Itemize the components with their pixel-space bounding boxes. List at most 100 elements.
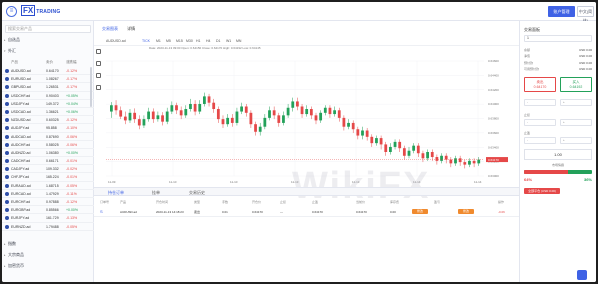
symbol-name: EURJPY.ad bbox=[11, 216, 30, 221]
candle bbox=[342, 117, 346, 127]
position-column-header: 盈亏 bbox=[434, 200, 441, 204]
account-select[interactable]: 1 bbox=[524, 35, 592, 42]
trading-app: ≡ FXTRADING 账户管理 中文(简体) 搜索交易产品 ▸自选品 ▾外汇 … bbox=[2, 2, 596, 282]
language-button[interactable]: 中文(简体) bbox=[577, 6, 594, 23]
close-all-button[interactable]: 全部平仓 (USD 0.00) bbox=[524, 188, 560, 194]
sell-button[interactable]: 卖出 0.64170 bbox=[524, 77, 556, 92]
sentiment-label: 市场情绪 bbox=[551, 163, 564, 167]
candlestick-chart[interactable]: 0.64600 0.64400 0.64200 0.64000 0.63800 0.636… bbox=[94, 21, 519, 187]
candle bbox=[193, 103, 197, 112]
balance-row: 余额 USD 0.00 bbox=[524, 48, 592, 52]
symbol-row[interactable]: EURNZD.ad 1.79488 -0.05% bbox=[2, 223, 94, 231]
symbol-row[interactable]: USDJPY.ad 149.372 +0.04% bbox=[2, 100, 94, 108]
symbol-row[interactable]: EURCAD.ad 1.47929 -0.11% bbox=[2, 190, 94, 198]
symbol-row[interactable]: CADJPY.ad 109.332 -0.02% bbox=[2, 165, 94, 174]
candle bbox=[165, 111, 169, 122]
flag-icon bbox=[5, 126, 9, 131]
symbol-row[interactable]: EURJPY.ad 161.729 -0.13% bbox=[2, 214, 94, 223]
trade-panel: 交易面板 1 余额 USD 0.00 净值 USD 0.00 预付款 USD 0.00… bbox=[519, 21, 596, 282]
position-column-header: 库存费 bbox=[390, 200, 400, 204]
symbol-row[interactable]: EURCHF.ad 0.97888 -0.12% bbox=[2, 198, 94, 207]
position-column-header: 开仓时间 bbox=[156, 200, 169, 204]
candle bbox=[296, 101, 299, 107]
tp-plus-input[interactable]: + bbox=[560, 137, 592, 144]
symbol-row[interactable]: NZDUSD.ad 0.60325 -0.12% bbox=[2, 116, 94, 125]
buy-button[interactable]: 买入 0.64192 bbox=[560, 77, 592, 92]
screen-frame: ≡ FXTRADING 账户管理 中文(简体) 搜索交易产品 ▸自选品 ▾外汇 … bbox=[0, 0, 598, 284]
lot-size-input[interactable]: 1.00 bbox=[524, 149, 592, 160]
section-favorites[interactable]: ▸ 自选品 bbox=[2, 36, 94, 44]
candle bbox=[240, 106, 243, 112]
symbol-row[interactable]: CADCHF.ad 0.66171 -0.01% bbox=[2, 157, 94, 166]
section-commodities[interactable]: ▸ 大宗商品 bbox=[2, 251, 94, 259]
symbol-change: -0.10% bbox=[66, 126, 78, 131]
tp-minus-input[interactable]: - bbox=[524, 137, 556, 144]
tab-positions[interactable]: 持仓订单 bbox=[108, 190, 124, 196]
flag-icon bbox=[5, 85, 9, 90]
symbol-row[interactable]: AUDCAD.ad 0.87690 -0.06% bbox=[2, 133, 94, 141]
candle bbox=[472, 160, 476, 164]
candle bbox=[398, 141, 402, 149]
candle bbox=[170, 105, 174, 112]
flag-icon bbox=[5, 191, 9, 196]
symbol-change: -0.01% bbox=[66, 159, 78, 164]
flag-icon bbox=[5, 159, 9, 164]
symbol-search-input[interactable]: 搜索交易产品 bbox=[5, 25, 91, 33]
symbol-row[interactable]: AUDUSD.ad 0.64170 -0.12% bbox=[2, 67, 94, 76]
stop-loss-input[interactable]: - bbox=[524, 119, 556, 126]
tab-history[interactable]: 交易历史 bbox=[189, 190, 205, 196]
volume-input[interactable]: - bbox=[524, 99, 556, 106]
symbol-row[interactable]: AUDCHF.ad 0.58025 -0.06% bbox=[2, 141, 94, 149]
symbol-row[interactable]: AUDJPY.ad 95.858 -0.10% bbox=[2, 124, 94, 133]
caret-icon: ▸ bbox=[4, 264, 6, 268]
x-tick-label: 11-09 bbox=[108, 180, 116, 184]
symbol-row[interactable]: USDCAD.ad 1.36621 +0.06% bbox=[2, 108, 94, 117]
menu-icon[interactable]: ≡ bbox=[6, 6, 17, 17]
candle bbox=[207, 96, 211, 103]
x-tick-label: 11-10 bbox=[230, 180, 238, 184]
flag-icon bbox=[5, 208, 9, 213]
account-button[interactable]: 账户管理 bbox=[548, 6, 575, 17]
section-indices[interactable]: ▸ 指数 bbox=[2, 240, 94, 248]
symbol-row[interactable]: AUDNZD.ad 1.06380 +0.00% bbox=[2, 149, 94, 158]
candle bbox=[421, 153, 425, 159]
margin-row: 预付款 USD 0.00 bbox=[524, 61, 592, 65]
y-tick-label: 0.63800 bbox=[488, 117, 499, 121]
symbol-price: 0.87690 bbox=[46, 134, 59, 139]
tab-pending[interactable]: 挂单 bbox=[152, 190, 160, 196]
candle bbox=[337, 110, 341, 118]
candle bbox=[370, 136, 374, 144]
candle bbox=[268, 110, 271, 118]
section-crypto[interactable]: ▸ 加密货币 bbox=[2, 262, 94, 270]
symbol-row[interactable]: EURAUD.ad 1.68715 -0.05% bbox=[2, 182, 94, 190]
candle bbox=[449, 159, 453, 164]
flag-icon bbox=[5, 77, 9, 82]
symbol-row[interactable]: EURGBP.ad 0.85566 +0.00% bbox=[2, 206, 94, 215]
section-forex[interactable]: ▾ 外汇 bbox=[2, 47, 94, 55]
order-tabs: 持仓订单 挂单 交易历史 bbox=[94, 187, 519, 196]
x-tick-label: 11-10 bbox=[169, 180, 177, 184]
candle bbox=[230, 117, 234, 123]
candle bbox=[309, 109, 313, 116]
modify-sl-button[interactable]: 修改 bbox=[412, 209, 428, 214]
symbol-row[interactable]: GBPUSD.ad 1.26531 -0.17% bbox=[2, 83, 94, 92]
candle bbox=[258, 126, 262, 132]
position-row[interactable]: S AUDUSD.ad 2023-11-13 14:18:23 卖出 0.01 … bbox=[94, 207, 519, 217]
symbol-list: AUDUSD.ad 0.64170 -0.12% EURUSD.ad 1.08267 -0… bbox=[2, 67, 94, 231]
y-tick-label: 0.64600 bbox=[488, 59, 499, 63]
candle bbox=[291, 101, 295, 108]
symbol-row[interactable]: EURUSD.ad 1.08267 -0.17% bbox=[2, 75, 94, 84]
take-profit-input[interactable]: + bbox=[560, 119, 592, 126]
modify-tp-button[interactable]: 修改 bbox=[458, 209, 474, 214]
symbol-row[interactable]: CHFJPY.ad 165.224 -0.01% bbox=[2, 173, 94, 182]
candle bbox=[389, 146, 392, 152]
price-input[interactable]: + bbox=[560, 99, 592, 106]
flag-icon bbox=[5, 142, 9, 147]
symbol-list-scrollbar[interactable] bbox=[90, 67, 92, 107]
y-tick-label: 0.63400 bbox=[488, 145, 499, 149]
symbol-change: -0.05% bbox=[66, 224, 78, 229]
chat-icon[interactable] bbox=[577, 270, 587, 280]
candle bbox=[133, 112, 137, 120]
candle bbox=[189, 103, 192, 110]
symbol-row[interactable]: USDCHF.ad 0.90403 +0.05% bbox=[2, 92, 94, 100]
